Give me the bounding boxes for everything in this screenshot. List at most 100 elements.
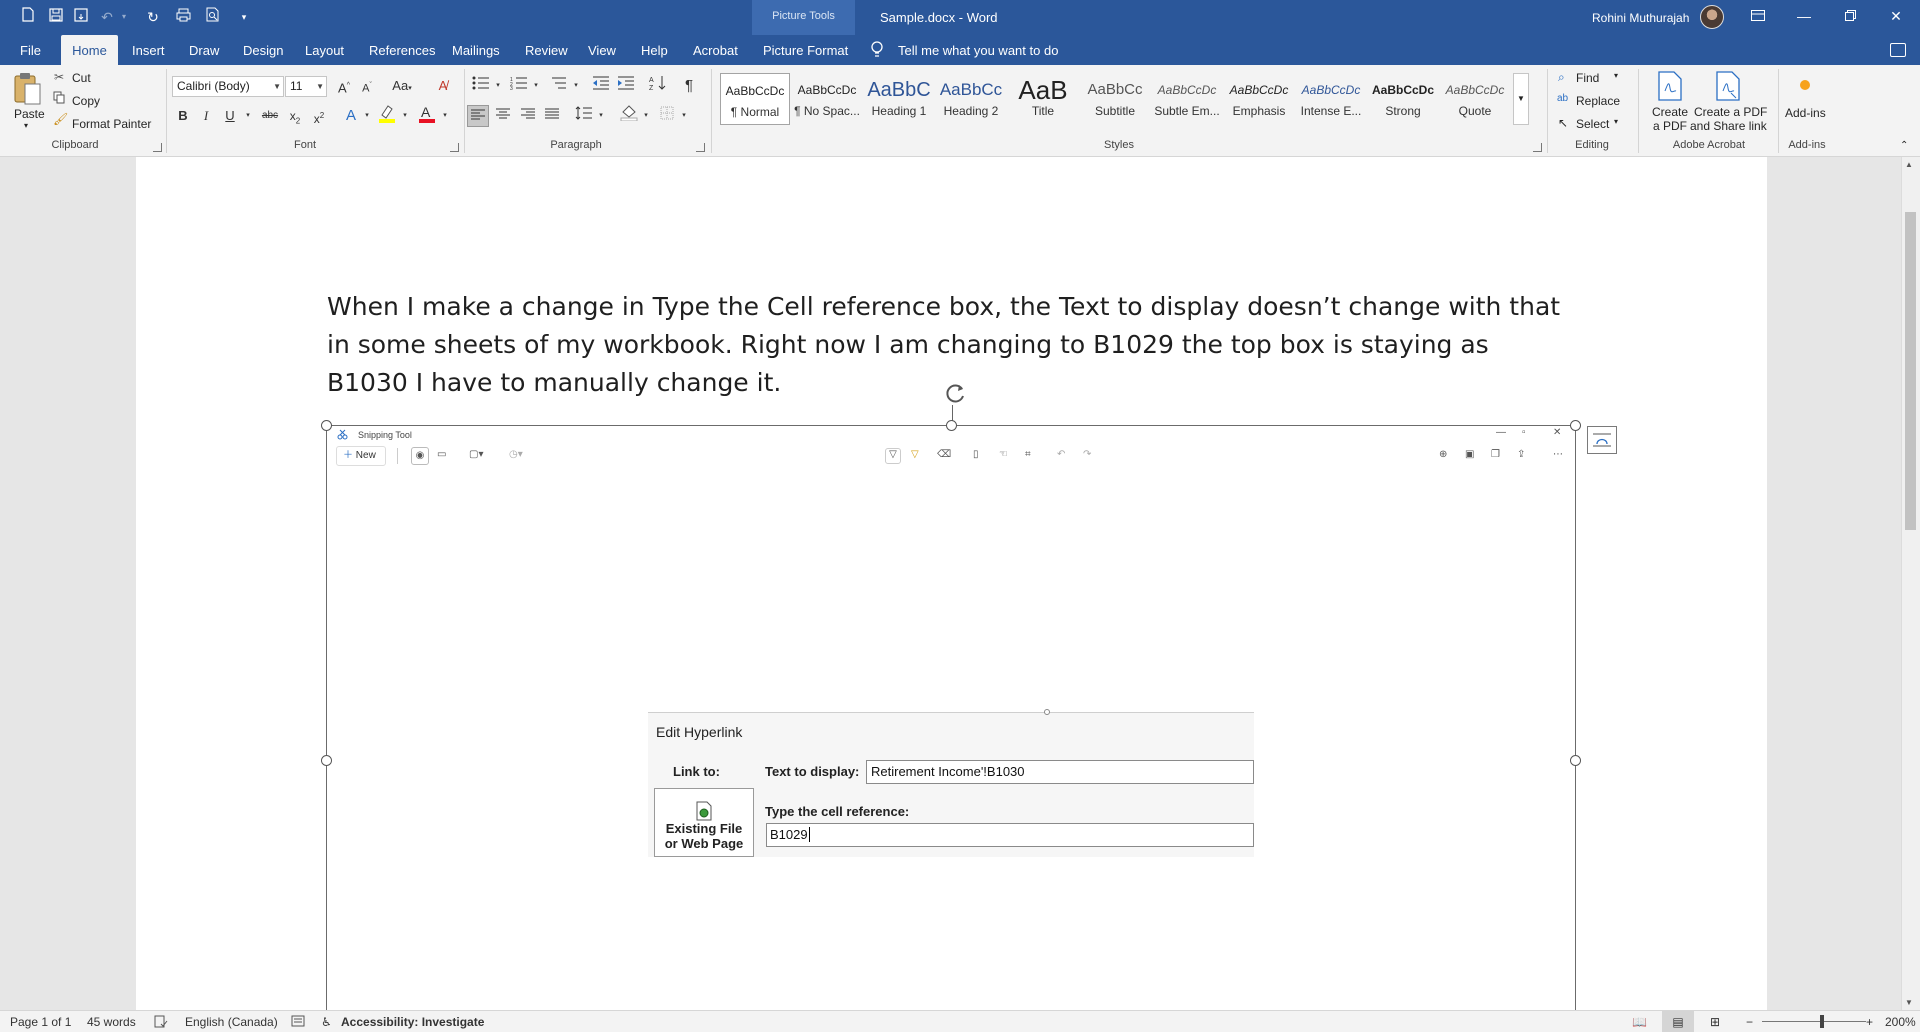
underline-dropdown-icon[interactable]: ▾ xyxy=(237,105,259,127)
change-case-icon[interactable]: Aa▾ xyxy=(388,75,416,97)
font-size-combo[interactable]: 11 ▼ xyxy=(285,76,327,97)
word-count[interactable]: 45 words xyxy=(87,1011,136,1032)
font-color-dropdown-icon[interactable]: ▾ xyxy=(434,105,456,127)
proofing-icon[interactable] xyxy=(154,1011,168,1032)
decrease-indent-icon[interactable] xyxy=(590,75,612,97)
new-document-icon[interactable] xyxy=(17,7,39,27)
paragraph-launcher-icon[interactable] xyxy=(696,143,705,152)
style-normal[interactable]: AaBbCcDc ¶ Normal xyxy=(720,73,790,125)
show-formatting-marks-icon[interactable]: ¶ xyxy=(678,75,700,97)
tell-me-search[interactable]: Tell me what you want to do xyxy=(898,35,1058,65)
paste-icon[interactable] xyxy=(12,71,44,107)
font-family-combo[interactable]: Calibri (Body) ▼ xyxy=(172,76,284,97)
restore-icon[interactable] xyxy=(1827,0,1873,35)
tab-mailings[interactable]: Mailings xyxy=(444,35,508,65)
zoom-level[interactable]: 200% xyxy=(1885,1011,1916,1032)
create-share-pdf-icon[interactable] xyxy=(1715,71,1741,101)
text-effects-dropdown-icon[interactable]: ▾ xyxy=(356,105,378,127)
zoom-out-icon[interactable]: − xyxy=(1746,1011,1753,1032)
numbering-dropdown-icon[interactable]: ▾ xyxy=(525,75,547,97)
justify-icon[interactable] xyxy=(541,105,563,127)
find-dropdown-icon[interactable]: ▾ xyxy=(1614,71,1618,80)
highlight-dropdown-icon[interactable]: ▾ xyxy=(394,105,416,127)
accessibility-status[interactable]: Accessibility: Investigate xyxy=(341,1011,484,1032)
format-painter-icon[interactable]: 🖌 xyxy=(53,112,68,126)
tab-layout[interactable]: Layout xyxy=(297,35,352,65)
collapse-ribbon-icon[interactable]: ⌃ xyxy=(1900,140,1908,151)
print-layout-icon[interactable]: ▤ xyxy=(1662,1011,1694,1032)
zoom-in-icon[interactable]: + xyxy=(1866,1011,1873,1032)
minimize-icon[interactable]: — xyxy=(1781,0,1827,35)
paste-button[interactable]: Paste xyxy=(14,107,45,121)
add-ins-button[interactable]: Add-ins xyxy=(1785,106,1826,120)
select-icon[interactable]: ↖ xyxy=(1558,116,1568,130)
resize-handle-left[interactable] xyxy=(321,755,332,766)
redo-icon[interactable]: ↻ xyxy=(142,7,164,27)
avatar[interactable] xyxy=(1700,5,1724,29)
select-dropdown-icon[interactable]: ▾ xyxy=(1614,117,1618,126)
tab-insert[interactable]: Insert xyxy=(124,35,173,65)
subscript-icon[interactable]: x2 xyxy=(284,105,306,127)
style-subtle-emphasis[interactable]: AaBbCcDc Subtle Em... xyxy=(1152,73,1222,125)
shading-dropdown-icon[interactable]: ▾ xyxy=(635,105,657,127)
clear-formatting-icon[interactable]: A̸ xyxy=(432,75,454,97)
read-mode-icon[interactable]: 📖 xyxy=(1632,1011,1647,1032)
macro-recording-icon[interactable] xyxy=(291,1011,305,1032)
tab-view[interactable]: View xyxy=(580,35,624,65)
user-name[interactable]: Rohini Muthurajah xyxy=(1592,0,1689,35)
create-pdf-label-2[interactable]: a PDF xyxy=(1653,119,1687,133)
language[interactable]: English (Canada) xyxy=(185,1011,278,1032)
cut-icon[interactable]: ✂ xyxy=(54,70,64,84)
replace-button[interactable]: Replace xyxy=(1576,94,1620,108)
style-quote[interactable]: AaBbCcDc Quote xyxy=(1440,73,1510,125)
layout-options-icon[interactable] xyxy=(1587,426,1617,454)
line-spacing-dropdown-icon[interactable]: ▾ xyxy=(590,105,612,127)
style-no-spacing[interactable]: AaBbCcDc ¶ No Spac... xyxy=(792,73,862,125)
styles-more-icon[interactable]: ▼ xyxy=(1513,73,1529,125)
style-title[interactable]: AaB Title xyxy=(1008,73,1078,125)
find-button[interactable]: Find xyxy=(1576,71,1599,85)
scrollbar-thumb[interactable] xyxy=(1905,212,1916,530)
tab-design[interactable]: Design xyxy=(235,35,291,65)
style-heading-2[interactable]: AaBbCc Heading 2 xyxy=(936,73,1006,125)
style-intense-emphasis[interactable]: AaBbCcDc Intense E... xyxy=(1296,73,1366,125)
borders-dropdown-icon[interactable]: ▾ xyxy=(673,105,695,127)
save-as-icon[interactable] xyxy=(70,7,92,27)
paste-dropdown-icon[interactable]: ▾ xyxy=(24,121,28,130)
resize-handle-top[interactable] xyxy=(946,420,957,431)
tab-draw[interactable]: Draw xyxy=(181,35,227,65)
copy-button[interactable]: Copy xyxy=(72,94,100,108)
styles-launcher-icon[interactable] xyxy=(1533,143,1542,152)
align-left-icon[interactable] xyxy=(467,105,489,127)
align-center-icon[interactable] xyxy=(492,105,514,127)
tab-picture-format[interactable]: Picture Format xyxy=(755,35,856,65)
resize-handle-top-left[interactable] xyxy=(321,420,332,431)
accessibility-icon[interactable]: ♿ xyxy=(321,1011,332,1032)
font-launcher-icon[interactable] xyxy=(450,143,459,152)
create-pdf-icon[interactable] xyxy=(1657,71,1683,101)
style-emphasis[interactable]: AaBbCcDc Emphasis xyxy=(1224,73,1294,125)
ribbon-display-options-icon[interactable] xyxy=(1735,0,1781,35)
tab-acrobat[interactable]: Acrobat xyxy=(685,35,746,65)
scroll-down-icon[interactable]: ▼ xyxy=(1905,998,1913,1007)
create-share-pdf-label-1[interactable]: Create a PDF xyxy=(1694,105,1767,119)
tab-references[interactable]: References xyxy=(361,35,443,65)
save-icon[interactable] xyxy=(45,7,67,27)
undo-dropdown-icon[interactable]: ▾ xyxy=(113,7,135,27)
print-preview-icon[interactable] xyxy=(202,7,224,27)
tab-file[interactable]: File xyxy=(12,35,49,65)
style-subtitle[interactable]: AaBbCc Subtitle xyxy=(1080,73,1150,125)
italic-icon[interactable]: I xyxy=(195,105,217,127)
close-icon[interactable]: ✕ xyxy=(1873,0,1919,35)
tab-help[interactable]: Help xyxy=(633,35,676,65)
select-button[interactable]: Select xyxy=(1576,117,1609,131)
add-ins-icon[interactable] xyxy=(1800,80,1810,90)
increase-indent-icon[interactable] xyxy=(615,75,637,97)
multilevel-dropdown-icon[interactable]: ▾ xyxy=(565,75,587,97)
resize-handle-right[interactable] xyxy=(1570,755,1581,766)
align-right-icon[interactable] xyxy=(517,105,539,127)
sort-icon[interactable]: AZ xyxy=(647,75,669,97)
resize-handle-top-right[interactable] xyxy=(1570,420,1581,431)
web-layout-icon[interactable]: ⊞ xyxy=(1710,1011,1720,1032)
scroll-up-icon[interactable]: ▲ xyxy=(1905,160,1913,169)
